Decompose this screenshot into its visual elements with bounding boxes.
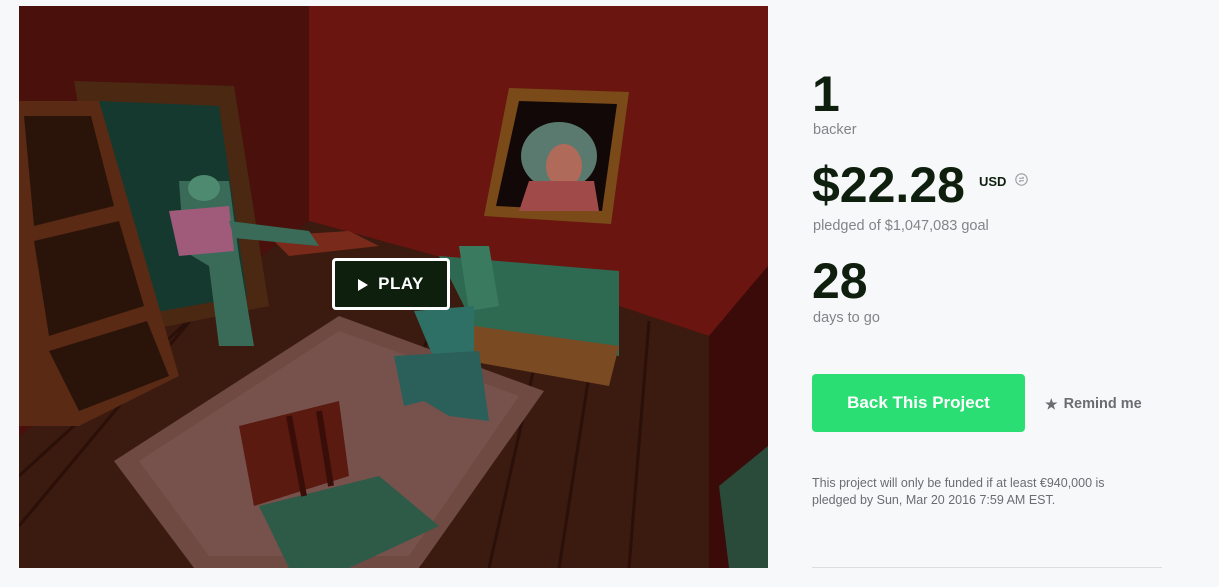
back-this-project-button[interactable]: Back This Project [812,374,1025,432]
remind-me-button[interactable]: ★ Remind me [1045,396,1142,412]
star-icon: ★ [1045,396,1058,412]
divider [812,567,1162,568]
backers-label: backer [813,122,857,138]
days-to-go-count: 28 [812,253,868,309]
play-label: PLAY [378,274,424,293]
currency-conversion-icon[interactable] [1015,173,1028,186]
project-page: PLAY 1 backer $22.28 USD pledged of $1,0… [0,0,1219,587]
funding-note: This project will only be funded if at l… [812,476,1105,507]
remind-me-label: Remind me [1063,396,1142,412]
project-video[interactable]: PLAY [19,6,768,568]
currency-label: USD [979,174,1007,189]
play-icon [358,278,369,291]
backers-count: 1 [812,66,840,122]
play-button[interactable]: PLAY [332,258,450,310]
days-to-go-label: days to go [813,310,880,326]
pledged-goal-label: pledged of $1,047,083 goal [813,218,989,234]
pledged-amount: $22.28 [812,157,965,213]
